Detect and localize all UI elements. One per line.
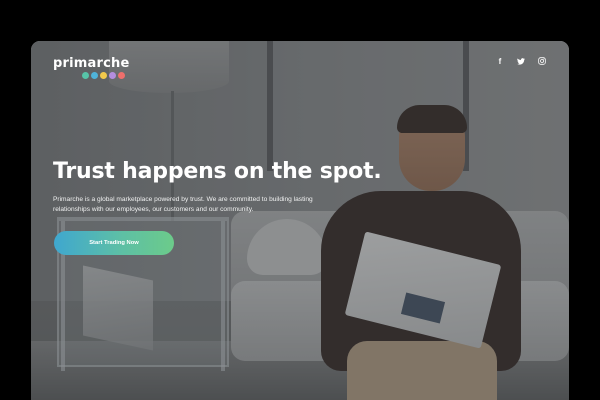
logo-dot (109, 72, 116, 79)
logo-dot (91, 72, 98, 79)
hero-description: Primarche is a global marketplace powere… (53, 196, 313, 213)
brand-logo-dots (82, 72, 125, 79)
start-trading-button[interactable]: Start Trading Now (54, 231, 174, 255)
instagram-camera-glyph (538, 57, 546, 65)
logo-dot (100, 72, 107, 79)
hero-overlay (31, 41, 569, 400)
logo-dot (82, 72, 89, 79)
twitter-icon[interactable] (515, 55, 527, 67)
facebook-icon[interactable]: f (494, 55, 506, 67)
logo-dot (118, 72, 125, 79)
twitter-bird-glyph (517, 57, 525, 65)
instagram-icon[interactable] (536, 55, 548, 67)
brand-logo[interactable]: primarche (53, 56, 129, 71)
hero-frame: primarche f Trust happens on the spot. P… (31, 41, 569, 400)
hero-headline: Trust happens on the spot. (53, 159, 382, 184)
